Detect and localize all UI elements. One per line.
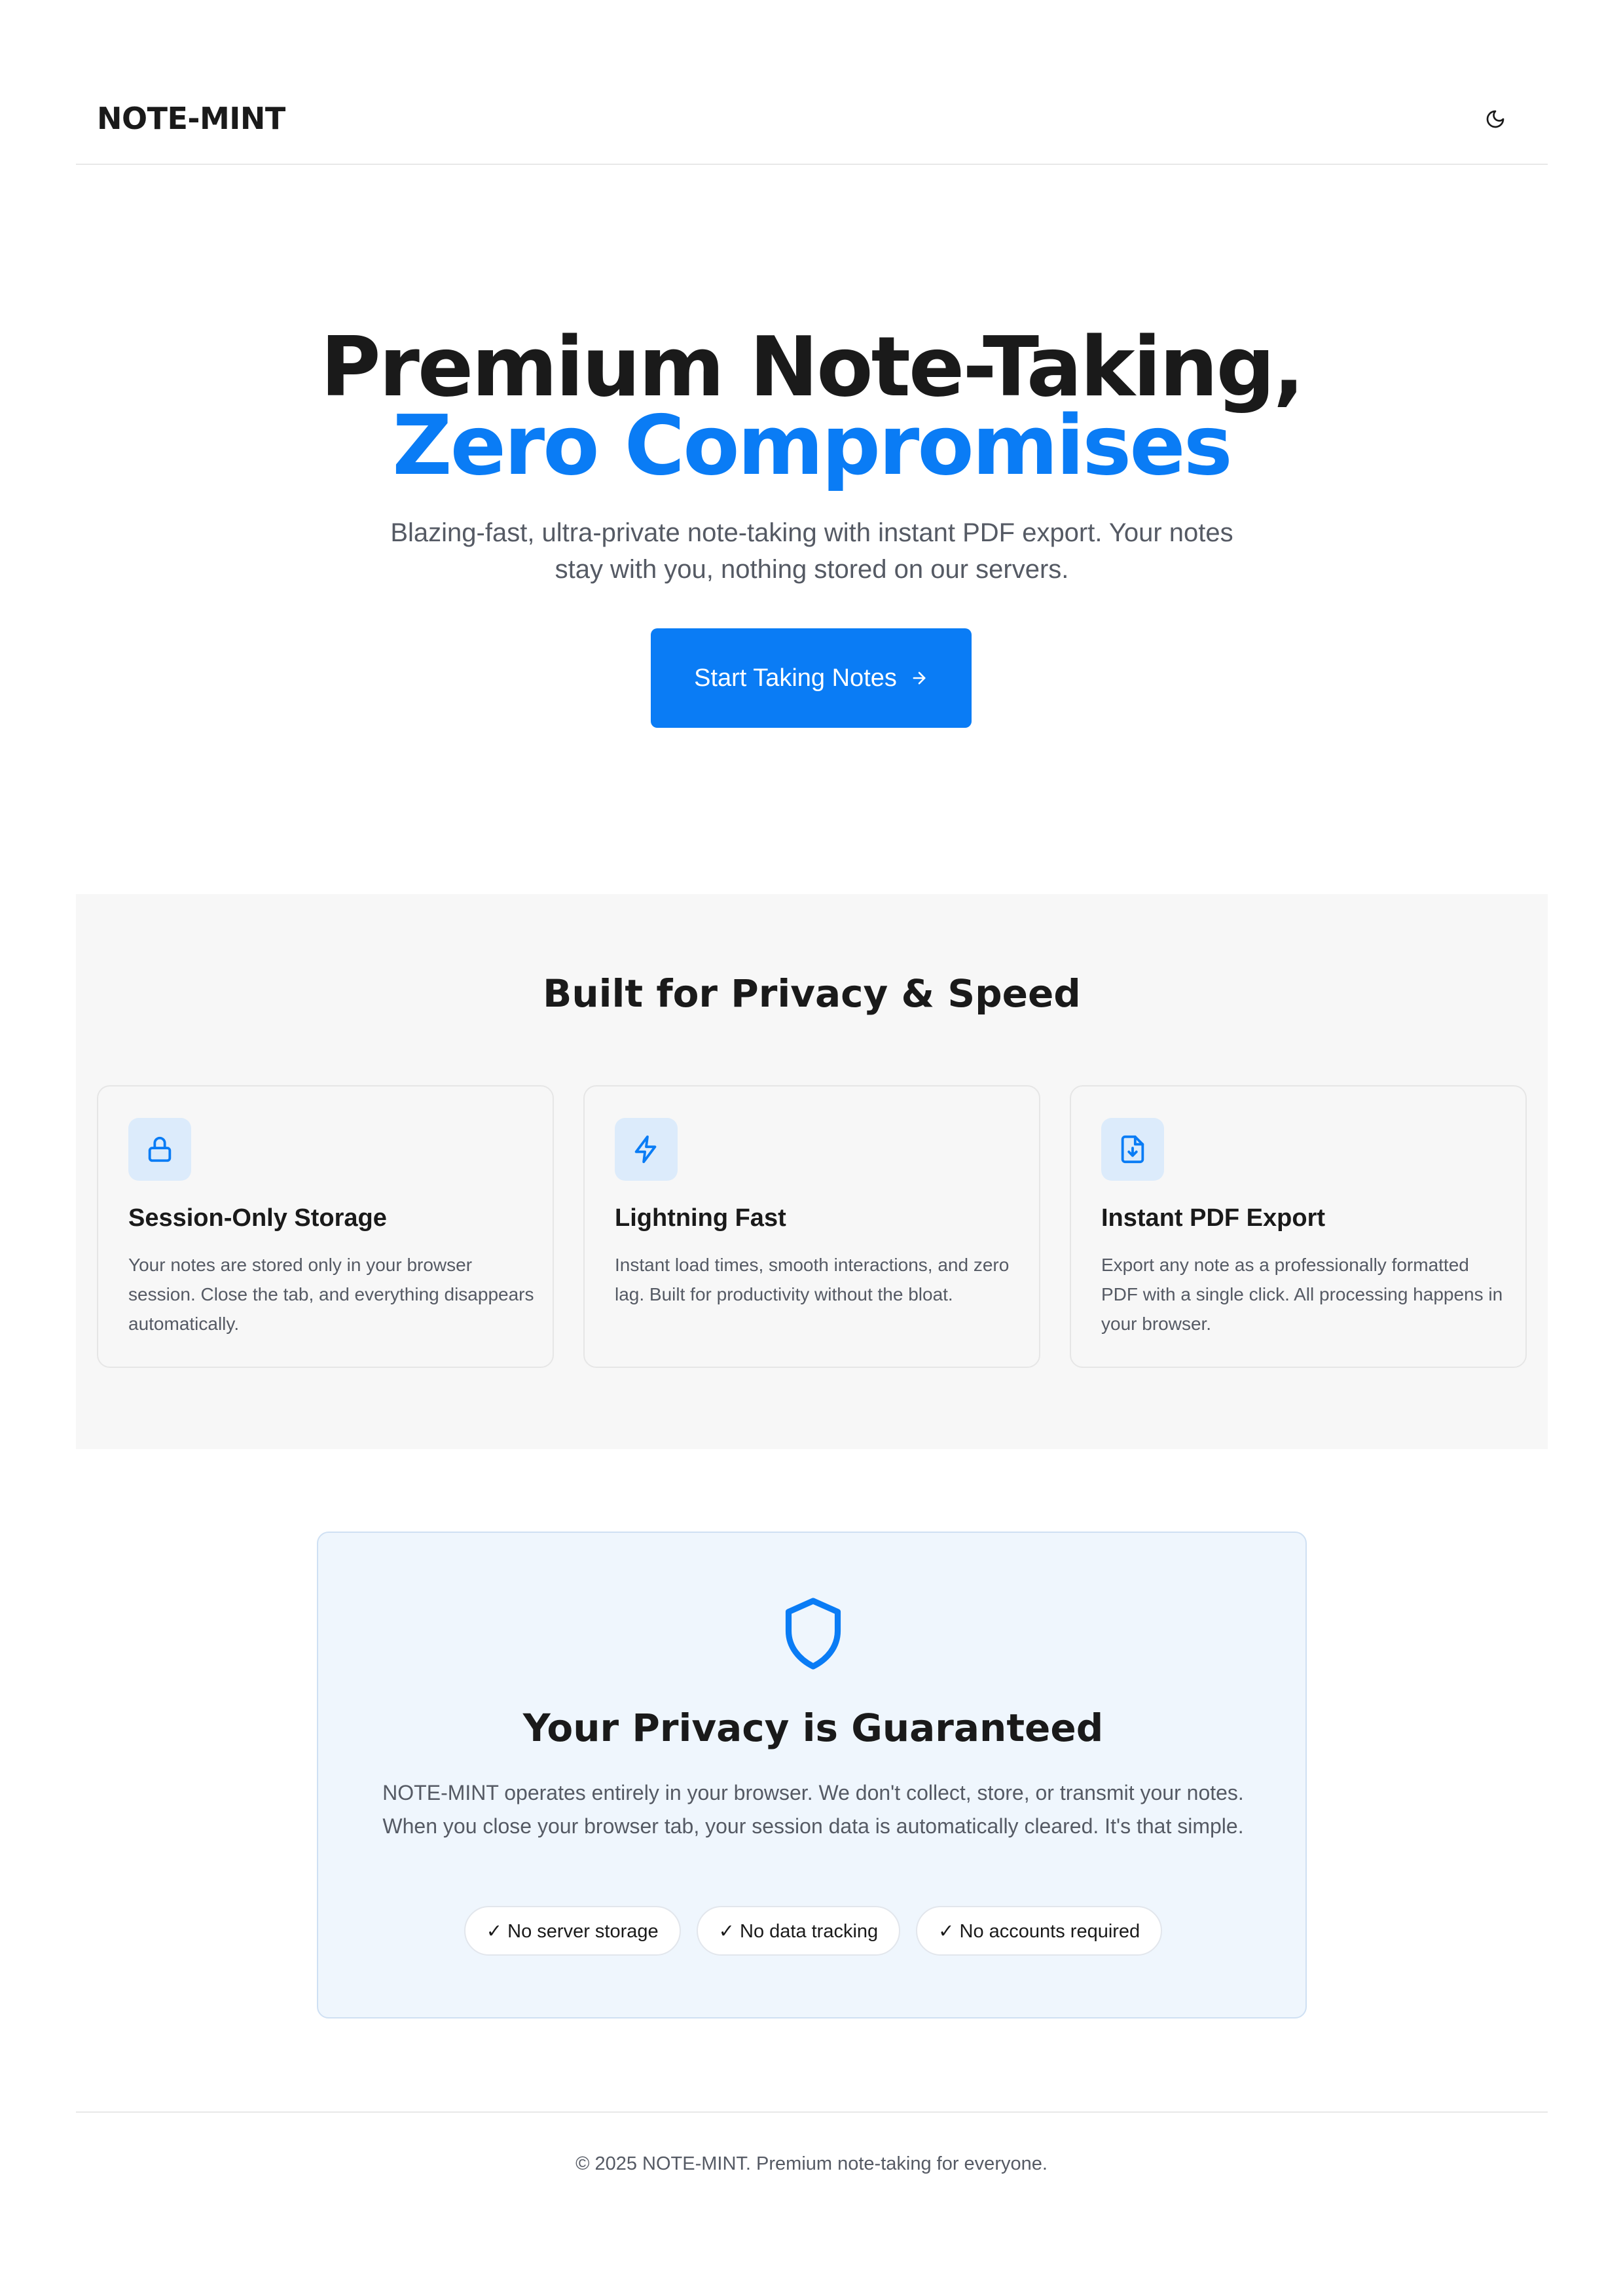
pill-no-server-storage: ✓ No server storage — [464, 1906, 681, 1956]
features-title: Built for Privacy & Speed — [543, 971, 1081, 1016]
cta-label: Start Taking Notes — [694, 664, 897, 692]
privacy-title: Your Privacy is Guaranteed — [522, 1706, 1104, 1750]
feature-card-title: Instant PDF Export — [1101, 1204, 1326, 1232]
feature-card-description: Instant load times, smooth interactions,… — [615, 1255, 1010, 1304]
feature-card-session-storage: Session-Only Storage Your notes are stor… — [97, 1085, 554, 1368]
feature-card-title: Lightning Fast — [615, 1204, 786, 1232]
footer-text: © 2025 NOTE-MINT. Premium note-taking fo… — [575, 2153, 1048, 2174]
start-taking-notes-button[interactable]: Start Taking Notes — [651, 628, 972, 728]
moon-icon — [1486, 110, 1504, 128]
feature-card-lightning-fast: Lightning Fast Instant load times, smoot… — [583, 1085, 1040, 1368]
feature-card-title: Session-Only Storage — [128, 1204, 387, 1232]
landing-page: NOTE-MINT Premium Note-Taking, Zero Comp… — [0, 0, 1623, 2296]
privacy-section: Your Privacy is Guaranteed NOTE-MINT ope… — [317, 1532, 1307, 2018]
pill-no-accounts-required: ✓ No accounts required — [916, 1906, 1163, 1956]
pill-no-data-tracking: ✓ No data tracking — [696, 1906, 901, 1956]
file-download-icon — [1101, 1118, 1164, 1181]
hero-subtitle: Blazing-fast, ultra-private note-taking … — [390, 518, 1233, 584]
theme-toggle-button[interactable] — [1476, 99, 1515, 139]
lock-icon — [128, 1118, 191, 1181]
privacy-pills: ✓ No server storage ✓ No data tracking ✓… — [318, 1906, 1308, 1956]
footer-divider — [76, 2111, 1548, 2113]
feature-card-pdf-export: Instant PDF Export Export any note as a … — [1070, 1085, 1527, 1368]
feature-card-description: Export any note as a professionally form… — [1101, 1255, 1503, 1334]
arrow-right-icon — [913, 672, 926, 685]
hero-title-line1: Premium Note-Taking, — [320, 319, 1304, 415]
feature-card-description: Your notes are stored only in your brows… — [128, 1255, 534, 1334]
privacy-text: NOTE-MINT operates entirely in your brow… — [382, 1781, 1244, 1838]
site-header: NOTE-MINT — [76, 85, 1548, 165]
logo[interactable]: NOTE-MINT — [97, 101, 285, 136]
lightning-icon — [615, 1118, 678, 1181]
hero-title-line2: Zero Compromises — [392, 397, 1233, 493]
features-section: Built for Privacy & Speed Session-Only S… — [76, 894, 1548, 1449]
shield-icon — [785, 1598, 841, 1670]
